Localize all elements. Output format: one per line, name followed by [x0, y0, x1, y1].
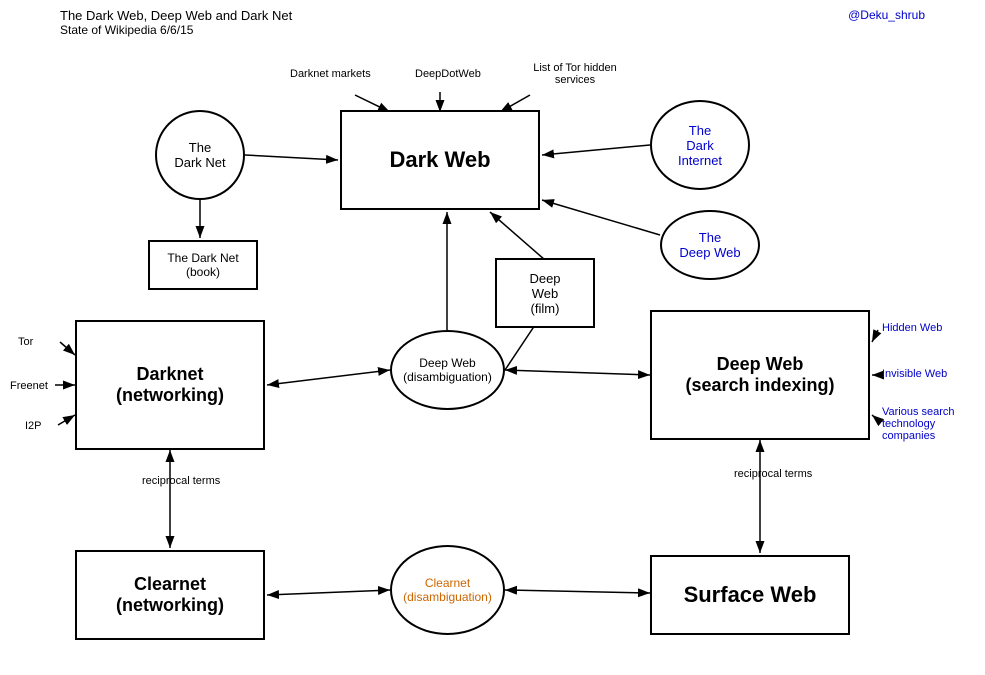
freenet-label: Freenet: [10, 380, 48, 392]
surface-web-box: Surface Web: [650, 555, 850, 635]
clearnet-networking-box: Clearnet(networking): [75, 550, 265, 640]
deep-web-search-box: Deep Web(search indexing): [650, 310, 870, 440]
tor-label: Tor: [18, 336, 33, 348]
reciprocal-left-label: reciprocal terms: [142, 475, 220, 487]
credit: @Deku_shrub: [848, 8, 925, 22]
i2p-label: I2P: [25, 420, 42, 432]
title-sub: State of Wikipedia 6/6/15: [60, 23, 292, 37]
invisible-web-label: Invisible Web: [882, 368, 947, 380]
clearnet-disambig-circle: Clearnet(disambiguation): [390, 545, 505, 635]
reciprocal-right-label: reciprocal terms: [734, 468, 812, 480]
deepdotweb-label: DeepDotWeb: [415, 68, 481, 80]
list-tor-label: List of Tor hidden services: [530, 62, 620, 86]
dark-net-book-box: The Dark Net(book): [148, 240, 258, 290]
deep-web-film-box: DeepWeb(film): [495, 258, 595, 328]
dark-internet-circle: TheDarkInternet: [650, 100, 750, 190]
hidden-web-label: Hidden Web: [882, 322, 942, 334]
deep-web-disambig-circle: Deep Web(disambiguation): [390, 330, 505, 410]
dark-net-circle: TheDark Net: [155, 110, 245, 200]
title-area: The Dark Web, Deep Web and Dark Net Stat…: [60, 8, 292, 37]
title-main: The Dark Web, Deep Web and Dark Net: [60, 8, 292, 23]
darknet-markets-label: Darknet markets: [290, 68, 371, 80]
diagram-container: The Dark Web, Deep Web and Dark Net Stat…: [0, 0, 985, 675]
various-search-label: Various search technology companies: [882, 406, 982, 442]
darknet-networking-box: Darknet(networking): [75, 320, 265, 450]
deep-web-right-circle: TheDeep Web: [660, 210, 760, 280]
dark-web-box: Dark Web: [340, 110, 540, 210]
